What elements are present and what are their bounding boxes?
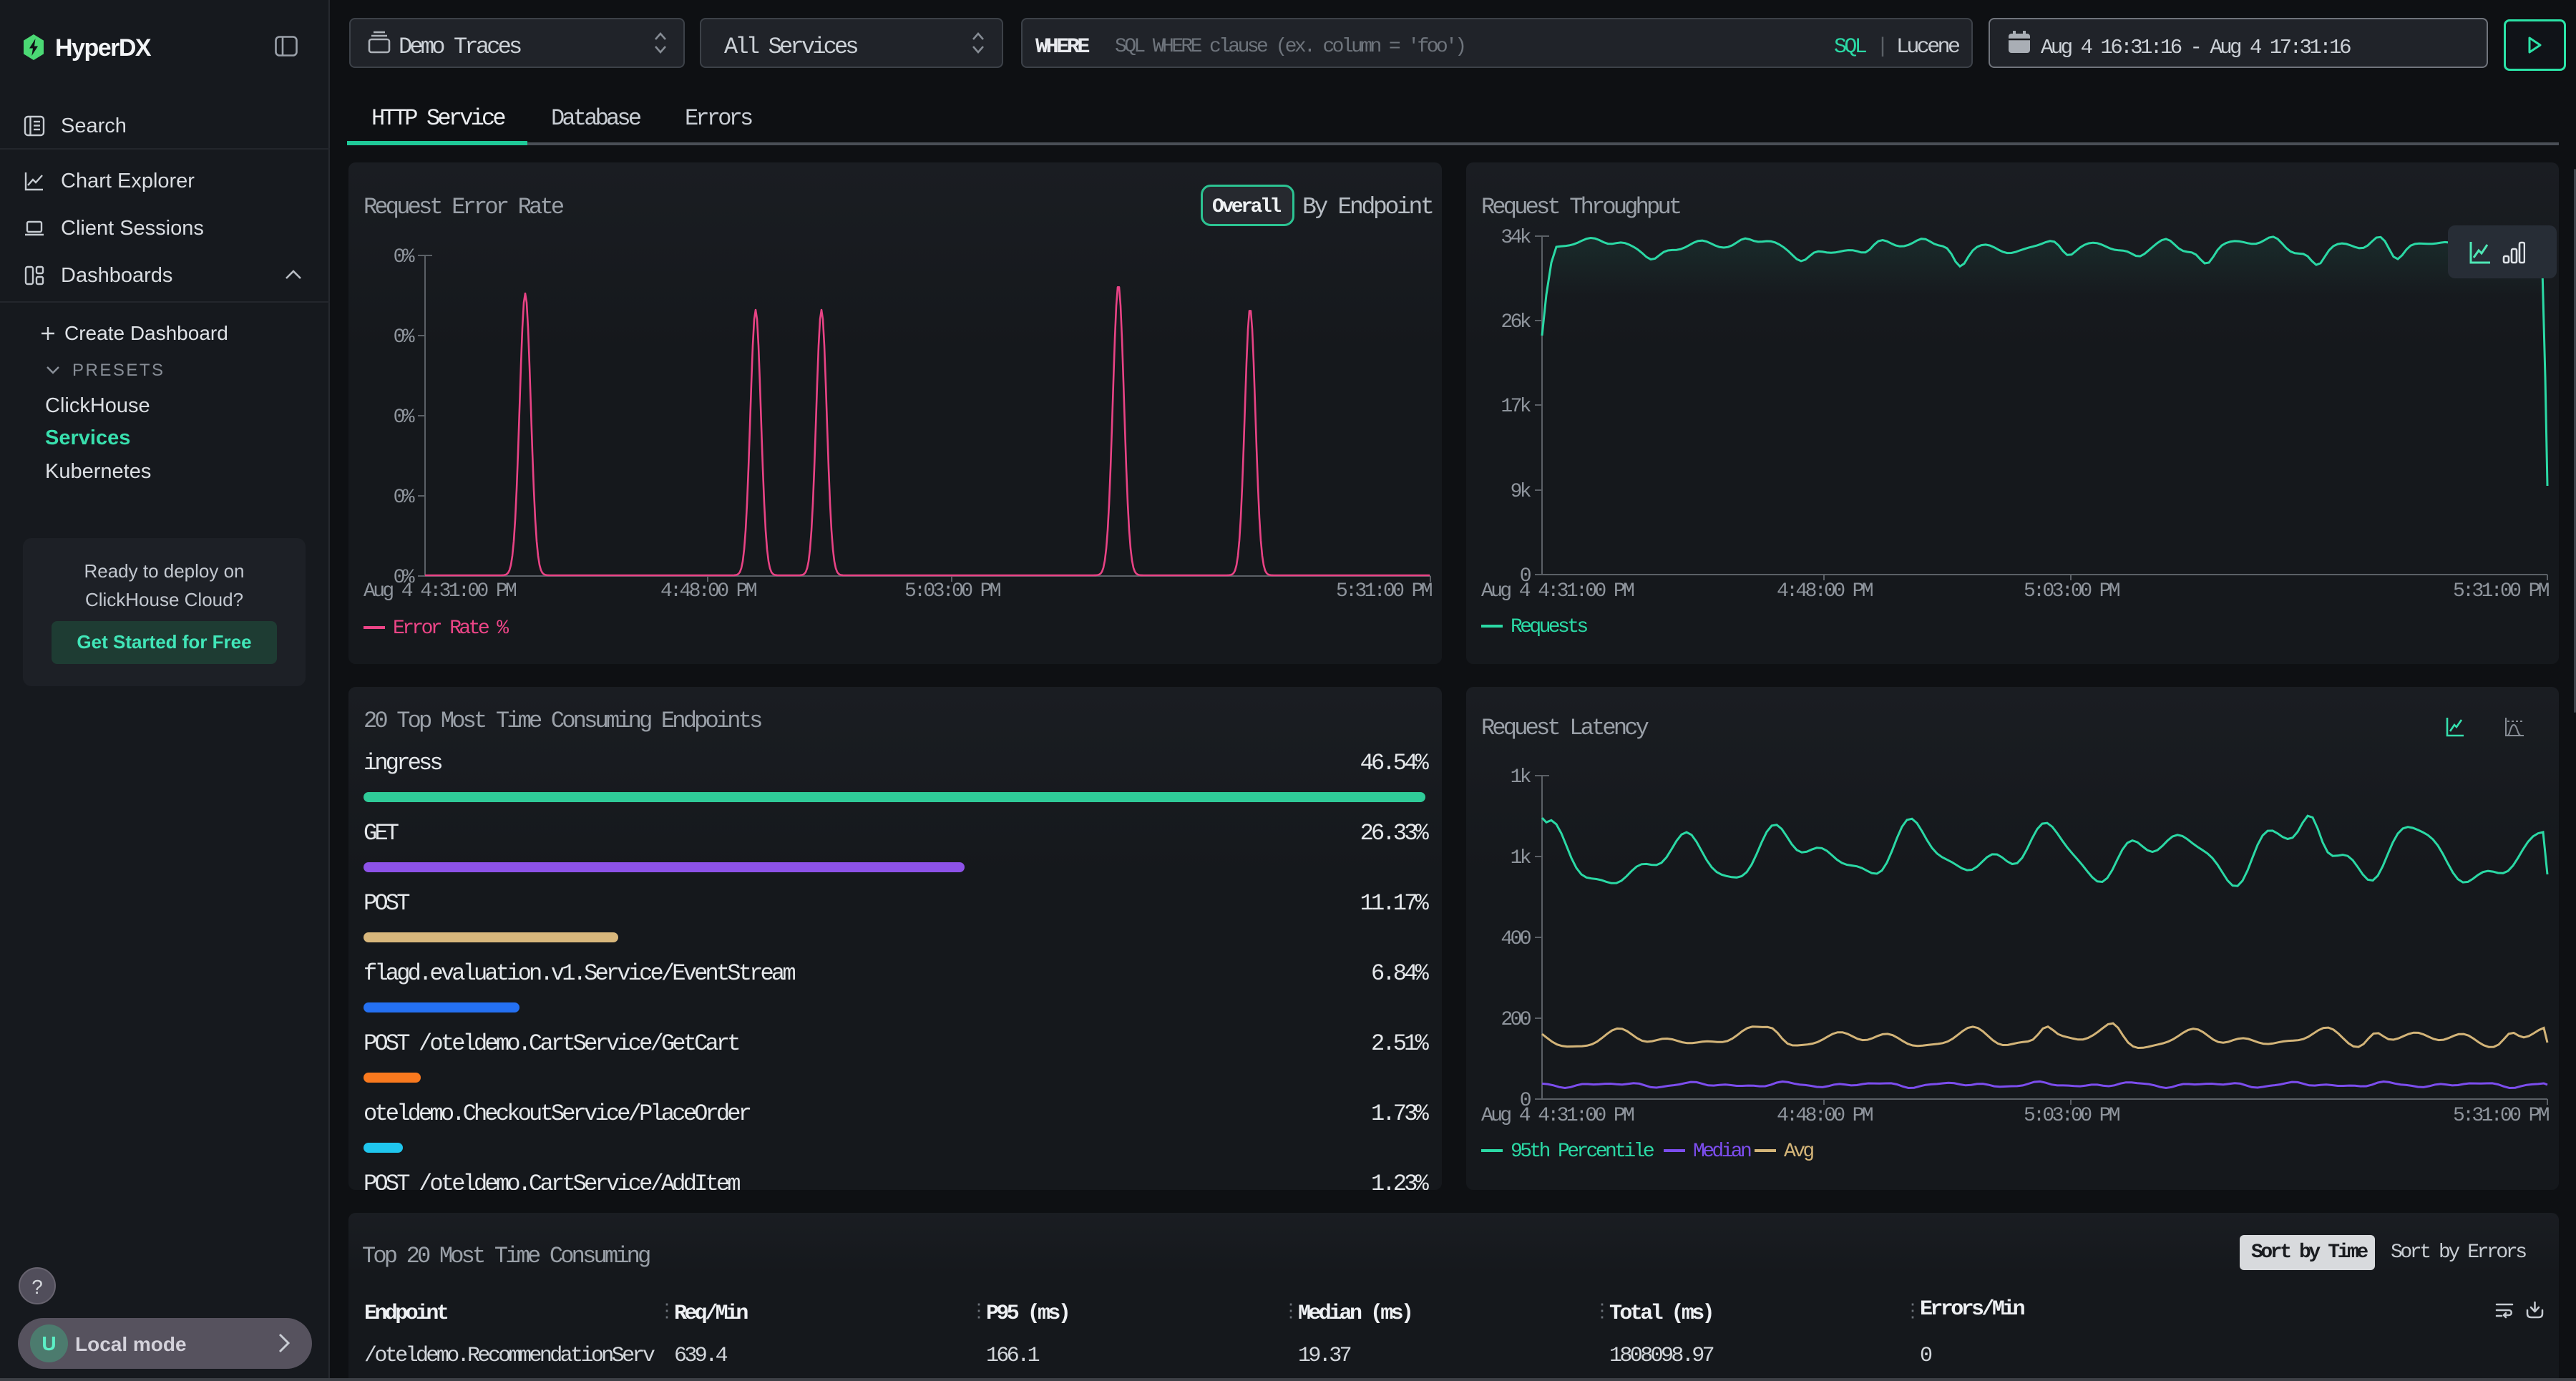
svg-text:26k: 26k: [1501, 311, 1531, 333]
svg-text:Requests: Requests: [1511, 616, 1587, 638]
svg-text:POST: POST: [364, 890, 409, 917]
svg-text:34k: 34k: [1501, 227, 1531, 249]
svg-text:5:31:00 PM: 5:31:00 PM: [2453, 580, 2550, 602]
svg-text:4:48:00 PM: 4:48:00 PM: [1777, 1105, 1873, 1127]
svg-text:11.17%: 11.17%: [1360, 890, 1430, 917]
svg-text:POST /oteldemo.CartService/Add: POST /oteldemo.CartService/AddItem: [364, 1171, 740, 1190]
svg-text:26.33%: 26.33%: [1360, 820, 1430, 846]
svg-text:1.73%: 1.73%: [1371, 1101, 1430, 1127]
svg-text:5:03:00 PM: 5:03:00 PM: [2024, 580, 2120, 602]
svg-text:5:03:00 PM: 5:03:00 PM: [904, 580, 1001, 602]
svg-text:5:03:00 PM: 5:03:00 PM: [2024, 1105, 2120, 1127]
svg-text:1k: 1k: [1511, 766, 1531, 789]
svg-text:0%: 0%: [394, 406, 415, 429]
svg-text:5:31:00 PM: 5:31:00 PM: [1336, 580, 1433, 602]
svg-text:4:48:00 PM: 4:48:00 PM: [660, 580, 757, 602]
svg-text:Aug 4 4:31:00 PM: Aug 4 4:31:00 PM: [1481, 580, 1634, 602]
svg-text:9k: 9k: [1511, 481, 1531, 503]
svg-text:400: 400: [1501, 928, 1531, 950]
svg-text:POST /oteldemo.CartService/Get: POST /oteldemo.CartService/GetCart: [364, 1030, 738, 1057]
svg-text:Median: Median: [1693, 1141, 1751, 1163]
svg-text:6.84%: 6.84%: [1371, 960, 1430, 987]
svg-text:Avg: Avg: [1784, 1141, 1813, 1163]
svg-text:Aug 4 4:31:00 PM: Aug 4 4:31:00 PM: [364, 580, 517, 602]
svg-text:flagd.evaluation.v1.Service/Ev: flagd.evaluation.v1.Service/EventStream: [364, 960, 795, 987]
svg-text:2.51%: 2.51%: [1371, 1030, 1430, 1057]
svg-text:GET: GET: [364, 820, 399, 846]
svg-text:95th Percentile: 95th Percentile: [1511, 1141, 1654, 1163]
svg-text:46.54%: 46.54%: [1360, 750, 1430, 776]
svg-text:200: 200: [1501, 1009, 1531, 1031]
svg-text:0%: 0%: [394, 326, 415, 348]
svg-text:5:31:00 PM: 5:31:00 PM: [2453, 1105, 2550, 1127]
svg-text:0%: 0%: [394, 487, 415, 509]
svg-text:Error Rate %: Error Rate %: [393, 618, 509, 640]
svg-text:1.23%: 1.23%: [1371, 1171, 1430, 1190]
svg-text:oteldemo.CheckoutService/Place: oteldemo.CheckoutService/PlaceOrder: [364, 1101, 751, 1127]
svg-text:17k: 17k: [1501, 396, 1531, 418]
svg-text:ingress: ingress: [364, 750, 441, 776]
svg-text:0%: 0%: [394, 246, 415, 268]
svg-text:Aug 4 4:31:00 PM: Aug 4 4:31:00 PM: [1481, 1105, 1634, 1127]
svg-text:4:48:00 PM: 4:48:00 PM: [1777, 580, 1873, 602]
svg-text:1k: 1k: [1511, 847, 1531, 869]
